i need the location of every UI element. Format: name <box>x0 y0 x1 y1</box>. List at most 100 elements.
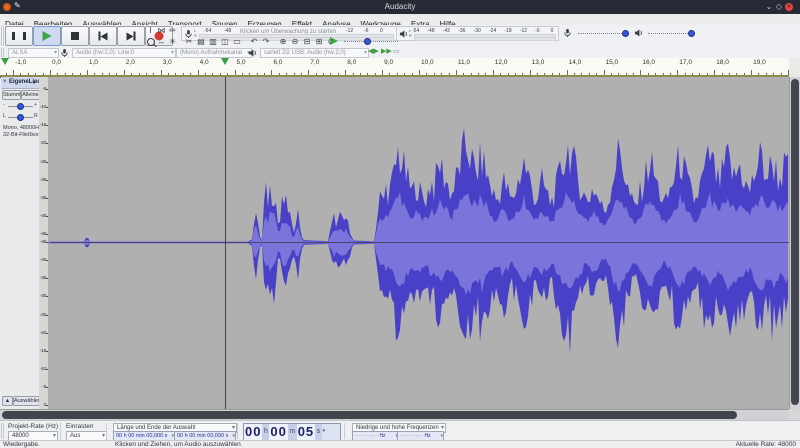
play-speed-slider[interactable] <box>344 41 398 42</box>
timeline-minor-tick <box>449 73 450 76</box>
select-track-button[interactable]: Auswählen <box>13 396 40 406</box>
selection-end-field[interactable]: 00 h 00 min 00,000 s <box>174 431 236 441</box>
stop-button[interactable] <box>61 26 89 46</box>
gain-slider-thumb[interactable] <box>17 103 24 110</box>
track-menu-icon[interactable]: ▼ <box>32 77 36 88</box>
timeline-minor-tick <box>43 73 44 76</box>
timeline-label: 4,0 <box>200 59 209 66</box>
timeline-label: 16,0 <box>642 59 655 66</box>
chevron-down-icon[interactable]: ▾ <box>322 424 326 441</box>
timeline-minor-tick <box>65 73 66 76</box>
timeline-minor-tick <box>722 73 723 76</box>
timeline-minor-tick <box>699 73 700 76</box>
vertical-scrollbar-thumb[interactable] <box>791 79 799 405</box>
track-name[interactable]: EigeneLied <box>9 77 41 88</box>
play-button[interactable] <box>33 26 61 46</box>
silence-audio-button[interactable]: ▭ <box>231 37 243 47</box>
timeline-label: 14,0 <box>569 59 582 66</box>
playhead-pin-icon[interactable] <box>221 58 229 65</box>
timeline-minor-tick <box>316 73 317 76</box>
pause-button[interactable] <box>5 26 33 46</box>
skip-to-start-button[interactable] <box>89 26 117 46</box>
recording-device-select[interactable]: Audio (hw:2,0): Line:0 <box>72 48 176 58</box>
horizontal-scrollbar-thumb[interactable] <box>2 411 737 419</box>
timeline-minor-tick <box>146 73 147 76</box>
recording-channels-select[interactable]: (Mono) Aufnahmekanal <box>176 48 252 58</box>
timeline-minor-tick <box>175 73 176 76</box>
timeline-minor-tick <box>744 73 745 76</box>
timeline-major-tick <box>50 70 51 75</box>
undo-button[interactable]: ↶ <box>248 37 260 47</box>
scrub-button[interactable]: ◀▶ <box>368 47 379 56</box>
audio-position-display[interactable]: 00h00m05s▾ <box>243 423 341 442</box>
zoom-project-button[interactable]: ⊞ <box>313 37 325 47</box>
close-window-icon[interactable]: ✕ <box>785 3 793 11</box>
zoom-out-button[interactable]: ⊖ <box>289 37 301 47</box>
playback-device-select[interactable]: carlett 2i2 USB: Audio (hw:2,0) <box>260 48 369 58</box>
play-at-speed-button[interactable] <box>330 37 338 45</box>
waveform-display[interactable] <box>48 77 789 409</box>
timeline-minor-tick <box>397 73 398 76</box>
trim-audio-button[interactable]: ◫ <box>219 37 231 47</box>
waveform-svg <box>48 77 789 409</box>
toolbar-grip[interactable] <box>1 48 4 57</box>
microphone-icon <box>60 48 69 58</box>
shade-window-icon[interactable]: ⌄ <box>764 2 774 11</box>
track-header[interactable]: × EigeneLied ▼ <box>1 77 39 89</box>
paste-button[interactable]: ▥ <box>207 37 219 47</box>
timeline-minor-tick <box>57 73 58 76</box>
scrub-ruler-toggle[interactable]: ▭ <box>393 47 400 55</box>
timeshift-tool-button[interactable]: ↔ <box>156 37 167 47</box>
audio-position-digits[interactable]: 00 <box>269 424 287 441</box>
play-icon <box>43 31 52 41</box>
selection-tool-button[interactable]: I <box>145 26 156 36</box>
tools-toolbar-row2: ↔✳ <box>145 37 178 47</box>
toolbar-grip[interactable] <box>1 26 4 46</box>
skip-to-end-button[interactable] <box>117 26 145 46</box>
seek-button[interactable]: ▶▶ <box>381 47 392 56</box>
low-frequency-field[interactable]: - - - - - -,- - Hz <box>352 431 399 441</box>
toolbar-grip[interactable] <box>1 423 4 439</box>
vertical-scrollbar[interactable] <box>789 77 800 409</box>
title-bar[interactable]: ✎ Audacity ⌄ ◇ ✕ <box>0 0 800 14</box>
timeline-minor-tick <box>116 73 117 76</box>
timeline-minor-tick <box>139 73 140 76</box>
copy-button[interactable]: ▤ <box>195 37 207 47</box>
track-format-line1: Mono, 48000Hz <box>3 125 42 131</box>
timeline-minor-tick <box>515 73 516 76</box>
playback-meter[interactable]: LR -54-48-42-36-30-24-18-12-60 <box>396 26 559 41</box>
timeline-minor-tick <box>205 73 206 76</box>
snap-to-select[interactable]: Aus <box>66 431 107 441</box>
quick-play-pin-icon[interactable] <box>1 58 9 65</box>
cut-button[interactable]: ✂ <box>183 37 195 47</box>
pan-slider-thumb[interactable] <box>17 114 24 121</box>
close-track-icon[interactable]: × <box>3 77 7 88</box>
draw-tool-button[interactable]: ✏ <box>167 26 178 36</box>
timeline-ruler[interactable]: -1,00,01,02,03,04,05,06,07,08,09,010,011… <box>0 58 800 78</box>
skip-start-icon <box>99 32 108 41</box>
project-rate-select[interactable]: 48000 <box>8 431 58 441</box>
recording-volume-slider[interactable] <box>578 33 628 34</box>
envelope-tool-button[interactable]: ⋈ <box>156 26 167 36</box>
high-frequency-field[interactable]: - - - - - -,- - Hz <box>397 431 444 441</box>
redo-button[interactable]: ↷ <box>260 37 272 47</box>
play-speed-thumb[interactable] <box>364 38 371 45</box>
zoom-tool-button[interactable] <box>145 37 156 47</box>
window-title: Audacity <box>0 2 800 11</box>
multi-tool-button[interactable]: ✳ <box>167 37 178 47</box>
zoom-selection-button[interactable]: ⊟ <box>301 37 313 47</box>
collapse-track-button[interactable]: ▲ <box>2 396 13 406</box>
audio-position-digits[interactable]: 05 <box>297 424 315 441</box>
solo-button[interactable]: Alleine <box>21 90 40 100</box>
mute-button[interactable]: Stumm <box>2 90 21 100</box>
maximize-window-icon[interactable]: ◇ <box>774 2 784 11</box>
timeline-major-tick <box>345 70 346 75</box>
audio-host-select[interactable]: ALSA <box>8 48 59 58</box>
selection-length-field[interactable]: 00 h 00 min 00,000 s <box>113 431 175 441</box>
audio-position-digits[interactable]: 00 <box>244 424 262 441</box>
zoom-in-button[interactable]: ⊕ <box>277 37 289 47</box>
timeline-minor-tick <box>330 73 331 76</box>
playback-volume-thumb[interactable] <box>688 30 695 37</box>
recording-volume-thumb[interactable] <box>622 30 629 37</box>
edit-toolbar: ✂▤▥◫▭↶↷⊕⊖⊟⊞⊘ <box>183 37 337 47</box>
